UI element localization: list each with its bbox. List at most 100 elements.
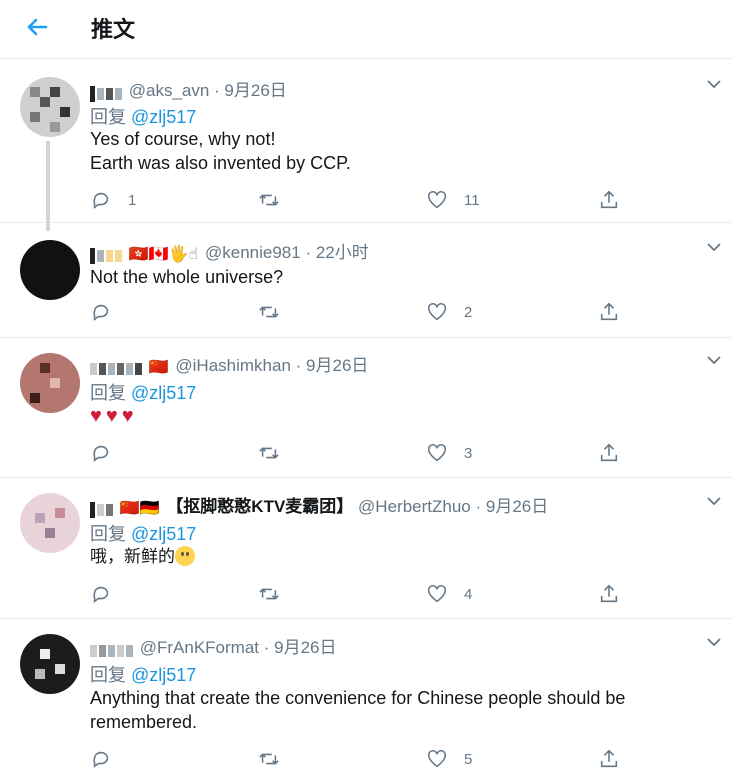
tweet-time[interactable]: · 9月26日 [214,81,287,100]
name-emoji: 🇨🇳 [148,358,169,376]
avatar[interactable] [20,77,80,137]
arrow-left-icon[interactable] [22,12,52,42]
user-handle[interactable]: @iHashimkhan [175,356,291,375]
chevron-down-icon[interactable] [706,76,722,92]
chevron-down-icon[interactable] [706,352,722,368]
tweet-time[interactable]: · 9月26日 [475,497,548,516]
tweet-actions: 5 [90,747,650,771]
retweet-button[interactable] [258,441,280,465]
retweet-icon [259,753,279,765]
tweet-actions: 2 [90,300,650,324]
user-handle[interactable]: @HerbertZhuo [358,497,471,516]
reply-context: 回复 @zlj517 [90,103,196,129]
retweet-button[interactable] [258,300,280,324]
tweet[interactable]: @aks_avn · 9月26日 回复 @zlj517 Yes of cours… [0,59,732,231]
like-count: 2 [464,303,473,321]
retweet-icon [259,194,279,206]
like-button[interactable]: 11 [426,188,480,212]
reply-prefix: 回复 [90,383,126,403]
retweet-icon [259,588,279,600]
reply-button[interactable] [90,582,112,606]
retweet-button[interactable] [258,582,280,606]
tweet-text: Not the whole universe? [90,265,710,289]
reply-count: 1 [128,191,137,209]
tweet-line: Yes of course, why not! [90,129,276,149]
like-button[interactable]: 3 [426,441,472,465]
chevron-down-icon[interactable] [706,634,722,650]
tweet-line: Not the whole universe? [90,267,284,287]
like-button[interactable]: 2 [426,300,472,324]
like-count: 3 [464,444,473,462]
chevron-down-icon[interactable] [706,239,722,255]
tweet[interactable]: 🇨🇳 @iHashimkhan · 9月26日 回复 @zlj517 ♥♥♥ 3 [0,338,732,478]
avatar[interactable] [20,493,80,553]
like-button[interactable]: 4 [426,582,472,606]
like-count: 11 [464,191,480,209]
like-button[interactable]: 5 [426,747,472,771]
user-handle[interactable]: @FrAnKFormat [140,638,259,657]
share-icon [600,302,618,321]
reply-mention[interactable]: @zlj517 [131,524,196,544]
reply-context: 回复 @zlj517 [90,379,196,405]
smile-emoji-icon [175,546,195,566]
user-handle[interactable]: @aks_avn [129,81,210,100]
tweet-time[interactable]: · 9月26日 [296,356,369,375]
reply-button[interactable] [90,747,112,771]
page-title: 推文 [91,18,136,43]
tweet[interactable]: 🇨🇳🇩🇪 【抠脚憨憨KTV麦霸团】 @HerbertZhuo · 9月26日 回… [0,478,732,619]
like-icon [427,302,447,321]
blurred-name[interactable] [90,641,135,658]
share-icon [600,749,618,768]
avatar[interactable] [20,240,80,300]
blurred-name[interactable] [90,246,124,265]
blurred-name[interactable] [90,359,144,376]
share-button[interactable] [598,441,620,465]
retweet-button[interactable] [258,747,280,771]
share-icon [600,190,618,209]
tweet-meta: 🇭🇰🇨🇦🖐☝ @kennie981 · 22小时 [90,238,369,265]
tweet-text: Anything that create the convenience for… [90,686,710,734]
like-count: 4 [464,585,473,603]
share-button[interactable] [598,747,620,771]
retweet-icon [259,306,279,318]
user-handle[interactable]: @kennie981 [205,243,301,262]
tweet[interactable]: 🇭🇰🇨🇦🖐☝ @kennie981 · 22小时 Not the whole u… [0,223,732,338]
tweet[interactable]: @FrAnKFormat · 9月26日 回复 @zlj517 Anything… [0,619,732,781]
reply-icon [93,445,109,462]
avatar[interactable] [20,353,80,413]
tweet-line: Anything that create the convenience for… [90,688,626,708]
reply-context: 回复 @zlj517 [90,661,196,687]
tweet-line: 哦，新鲜的 [90,547,175,567]
share-button[interactable] [598,300,620,324]
tweet-text: 哦，新鲜的 [90,545,710,569]
reply-prefix: 回复 [90,665,126,685]
reply-button[interactable] [90,300,112,324]
tweet-actions: 3 [90,441,650,465]
tweet-meta: @aks_avn · 9月26日 [90,76,287,103]
reply-icon [93,192,109,209]
tweet-meta: 🇨🇳 @iHashimkhan · 9月26日 [90,351,368,377]
share-icon [600,584,618,603]
share-button[interactable] [598,582,620,606]
reply-button[interactable]: 1 [90,188,136,212]
reply-icon [93,586,109,603]
retweet-button[interactable] [258,188,280,212]
reply-button[interactable] [90,441,112,465]
tweet-meta: @FrAnKFormat · 9月26日 [90,633,337,658]
share-button[interactable] [598,188,620,212]
chevron-down-icon[interactable] [706,493,722,509]
reply-mention[interactable]: @zlj517 [131,107,196,127]
reply-prefix: 回复 [90,524,126,544]
reply-mention[interactable]: @zlj517 [131,383,196,403]
reply-context: 回复 @zlj517 [90,520,196,546]
blurred-name[interactable] [90,84,124,103]
tweet-time[interactable]: · 9月26日 [264,638,337,657]
like-icon [427,443,447,462]
thread-line [46,141,50,231]
display-name[interactable]: 【抠脚憨憨KTV麦霸团】 [166,497,353,516]
tweet-time[interactable]: · 22小时 [305,243,368,262]
reply-mention[interactable]: @zlj517 [131,665,196,685]
like-icon [427,190,447,209]
blurred-name[interactable] [90,500,115,519]
avatar[interactable] [20,634,80,694]
